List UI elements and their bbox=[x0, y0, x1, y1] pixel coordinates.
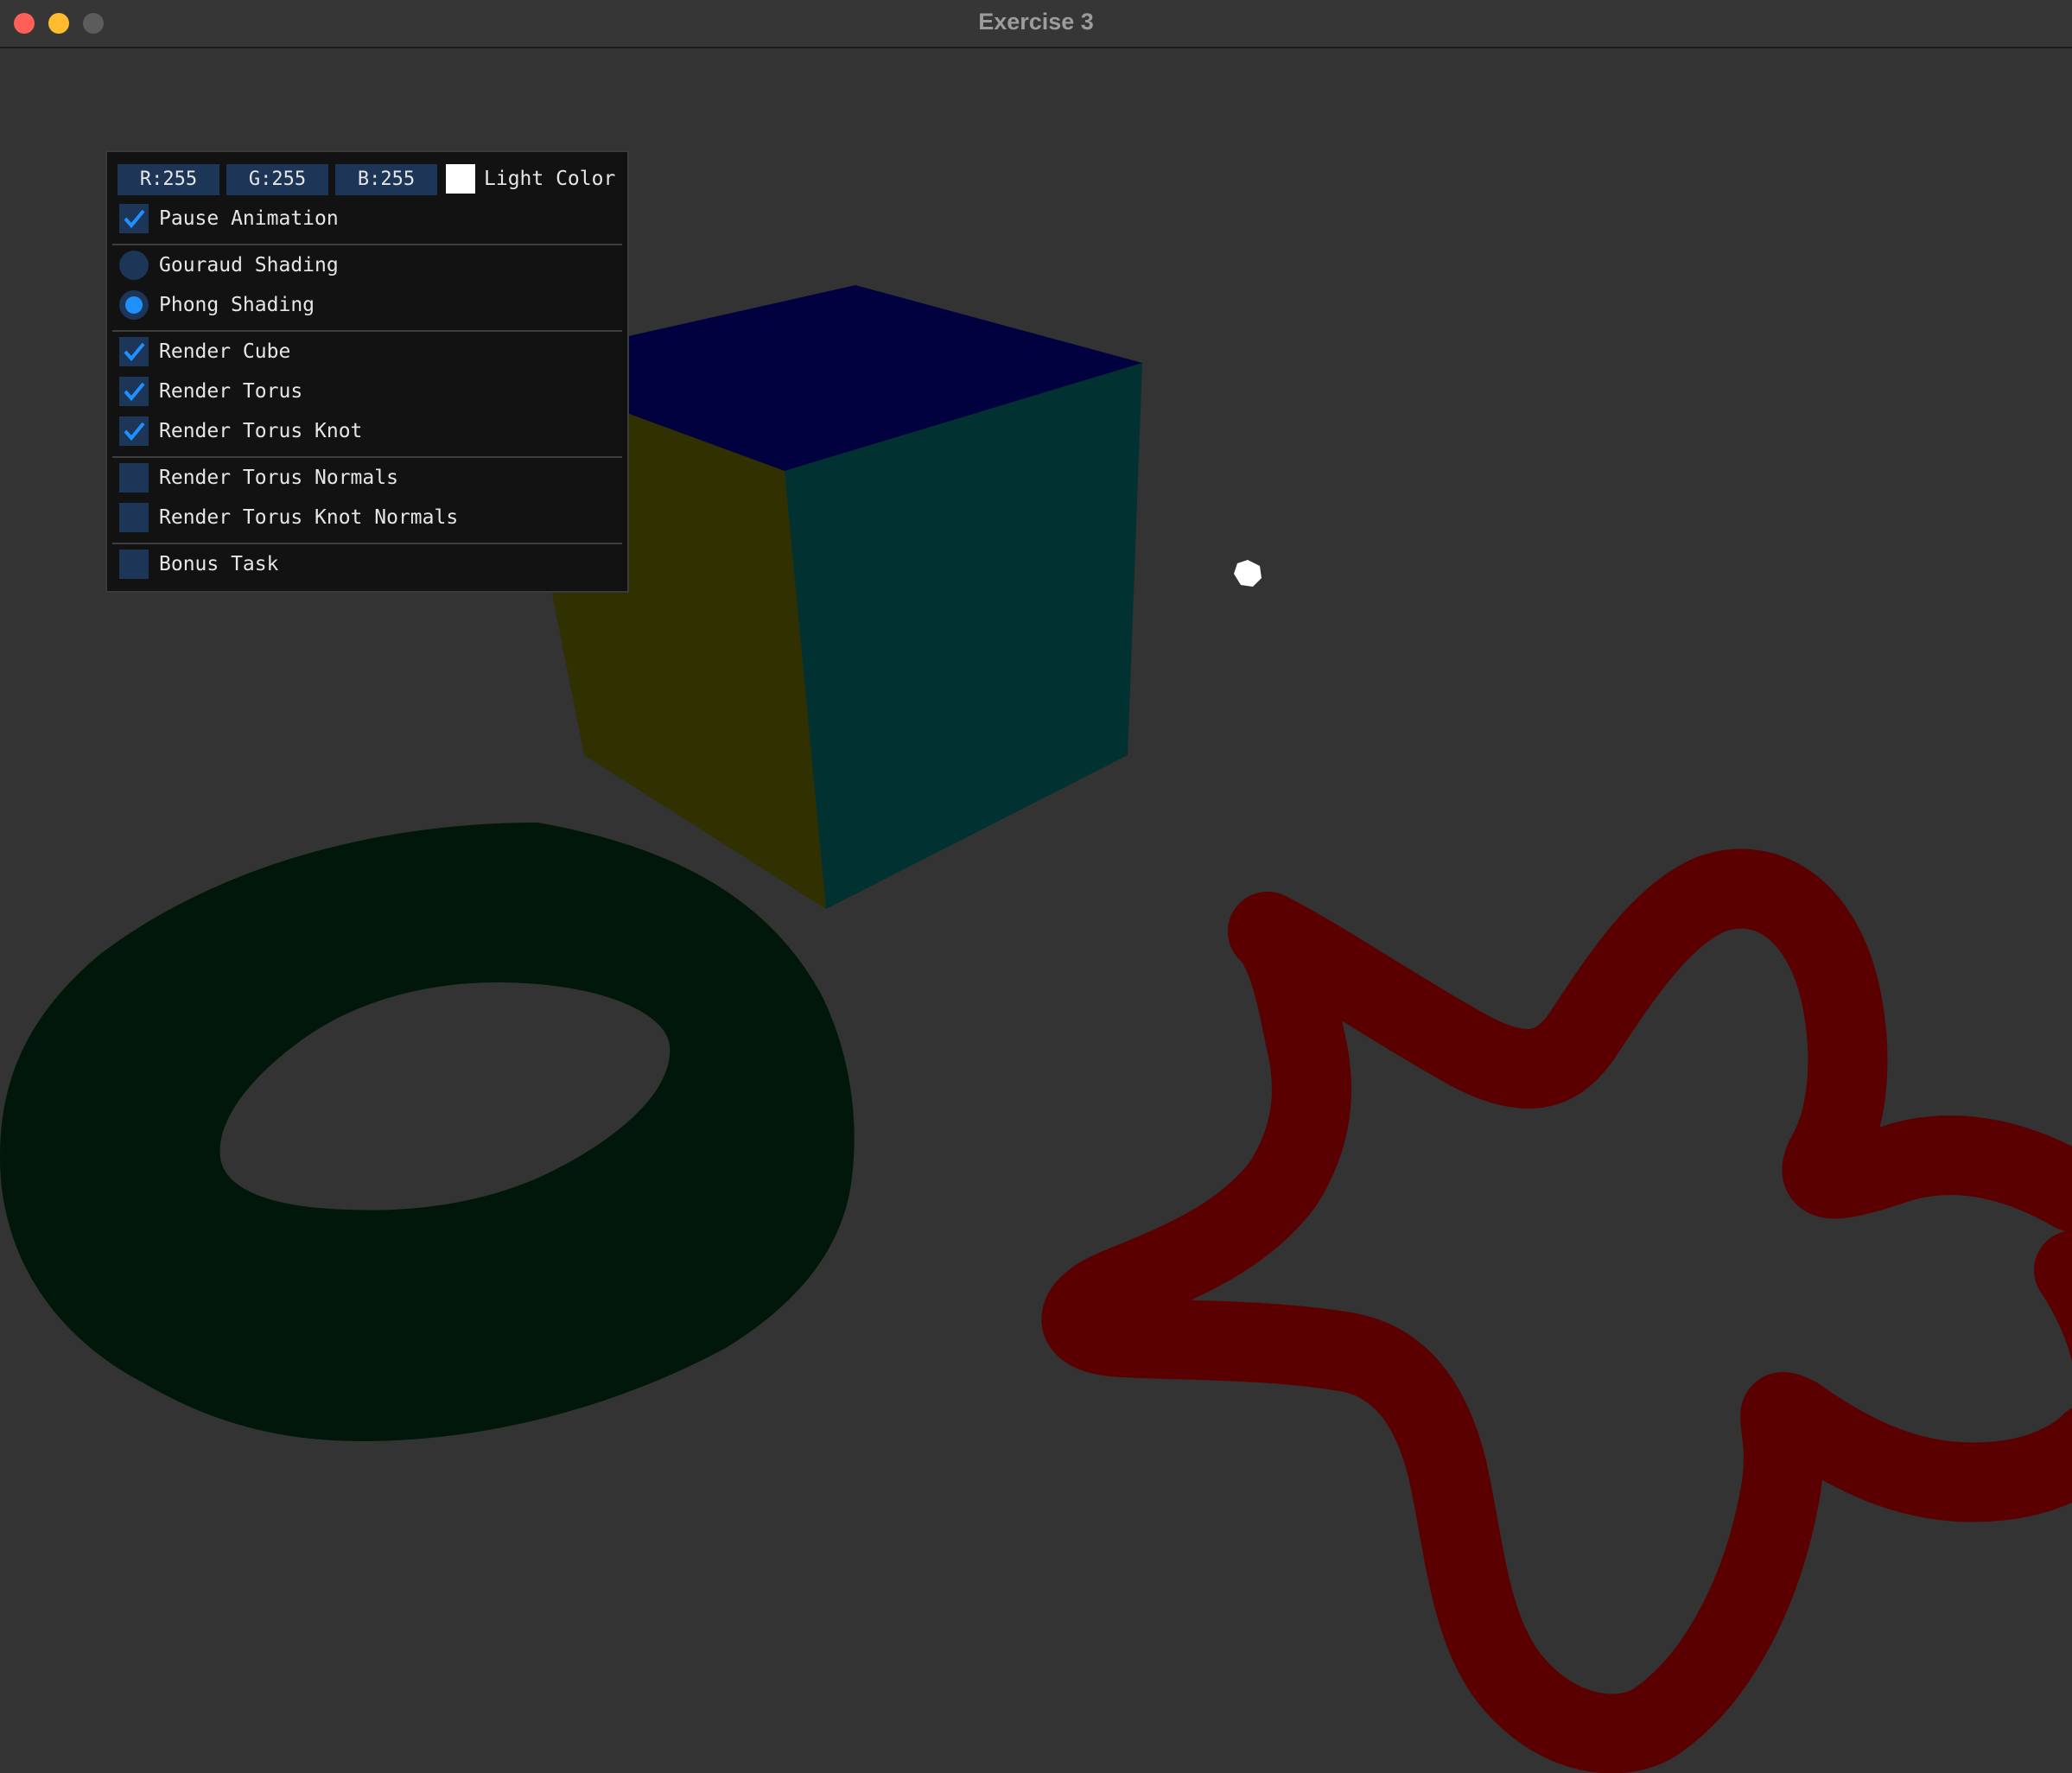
light-source-marker bbox=[1234, 560, 1262, 587]
phong-shading-label: Phong Shading bbox=[159, 294, 315, 316]
separator bbox=[112, 456, 622, 458]
title-bar[interactable]: Exercise 3 bbox=[0, 0, 2072, 48]
checkmark-icon bbox=[124, 209, 145, 229]
separator bbox=[112, 543, 622, 544]
light-color-swatch[interactable] bbox=[446, 164, 475, 194]
render-cube-label: Render Cube bbox=[159, 340, 291, 363]
radio-selected-dot-icon bbox=[125, 296, 143, 314]
app-window: Exercise 3 R:255 G:255 B:255 Light Color… bbox=[0, 0, 2072, 1773]
light-blue-input[interactable]: B:255 bbox=[335, 164, 437, 195]
bonus-task-checkbox[interactable] bbox=[119, 550, 149, 579]
separator bbox=[112, 244, 622, 245]
separator bbox=[112, 330, 622, 332]
checkmark-icon bbox=[124, 382, 145, 402]
pause-animation-checkbox[interactable] bbox=[119, 204, 149, 233]
bonus-task-label: Bonus Task bbox=[159, 553, 279, 575]
render-torus-checkbox[interactable] bbox=[119, 377, 149, 406]
light-green-input[interactable]: G:255 bbox=[226, 164, 328, 195]
settings-panel: R:255 G:255 B:255 Light Color Pause Anim… bbox=[105, 150, 629, 593]
torus-knot-segment bbox=[1228, 848, 2072, 1232]
torus bbox=[0, 823, 855, 1441]
render-torus-knot-normals-checkbox[interactable] bbox=[119, 503, 149, 532]
window-title: Exercise 3 bbox=[978, 9, 1094, 35]
light-red-input[interactable]: R:255 bbox=[118, 164, 219, 195]
checkmark-icon bbox=[124, 342, 145, 362]
phong-shading-radio[interactable] bbox=[119, 290, 149, 320]
gouraud-shading-radio[interactable] bbox=[119, 251, 149, 280]
light-color-label: Light Color bbox=[484, 168, 616, 190]
render-torus-label: Render Torus bbox=[159, 380, 303, 403]
checkmark-icon bbox=[124, 422, 145, 442]
render-torus-normals-checkbox[interactable] bbox=[119, 463, 149, 492]
render-torus-knot-normals-label: Render Torus Knot Normals bbox=[159, 506, 459, 529]
render-torus-knot-checkbox[interactable] bbox=[119, 416, 149, 446]
gouraud-shading-label: Gouraud Shading bbox=[159, 254, 339, 276]
render-cube-checkbox[interactable] bbox=[119, 337, 149, 366]
render-torus-knot-label: Render Torus Knot bbox=[159, 420, 363, 442]
pause-animation-label: Pause Animation bbox=[159, 207, 339, 230]
render-torus-normals-label: Render Torus Normals bbox=[159, 467, 398, 489]
